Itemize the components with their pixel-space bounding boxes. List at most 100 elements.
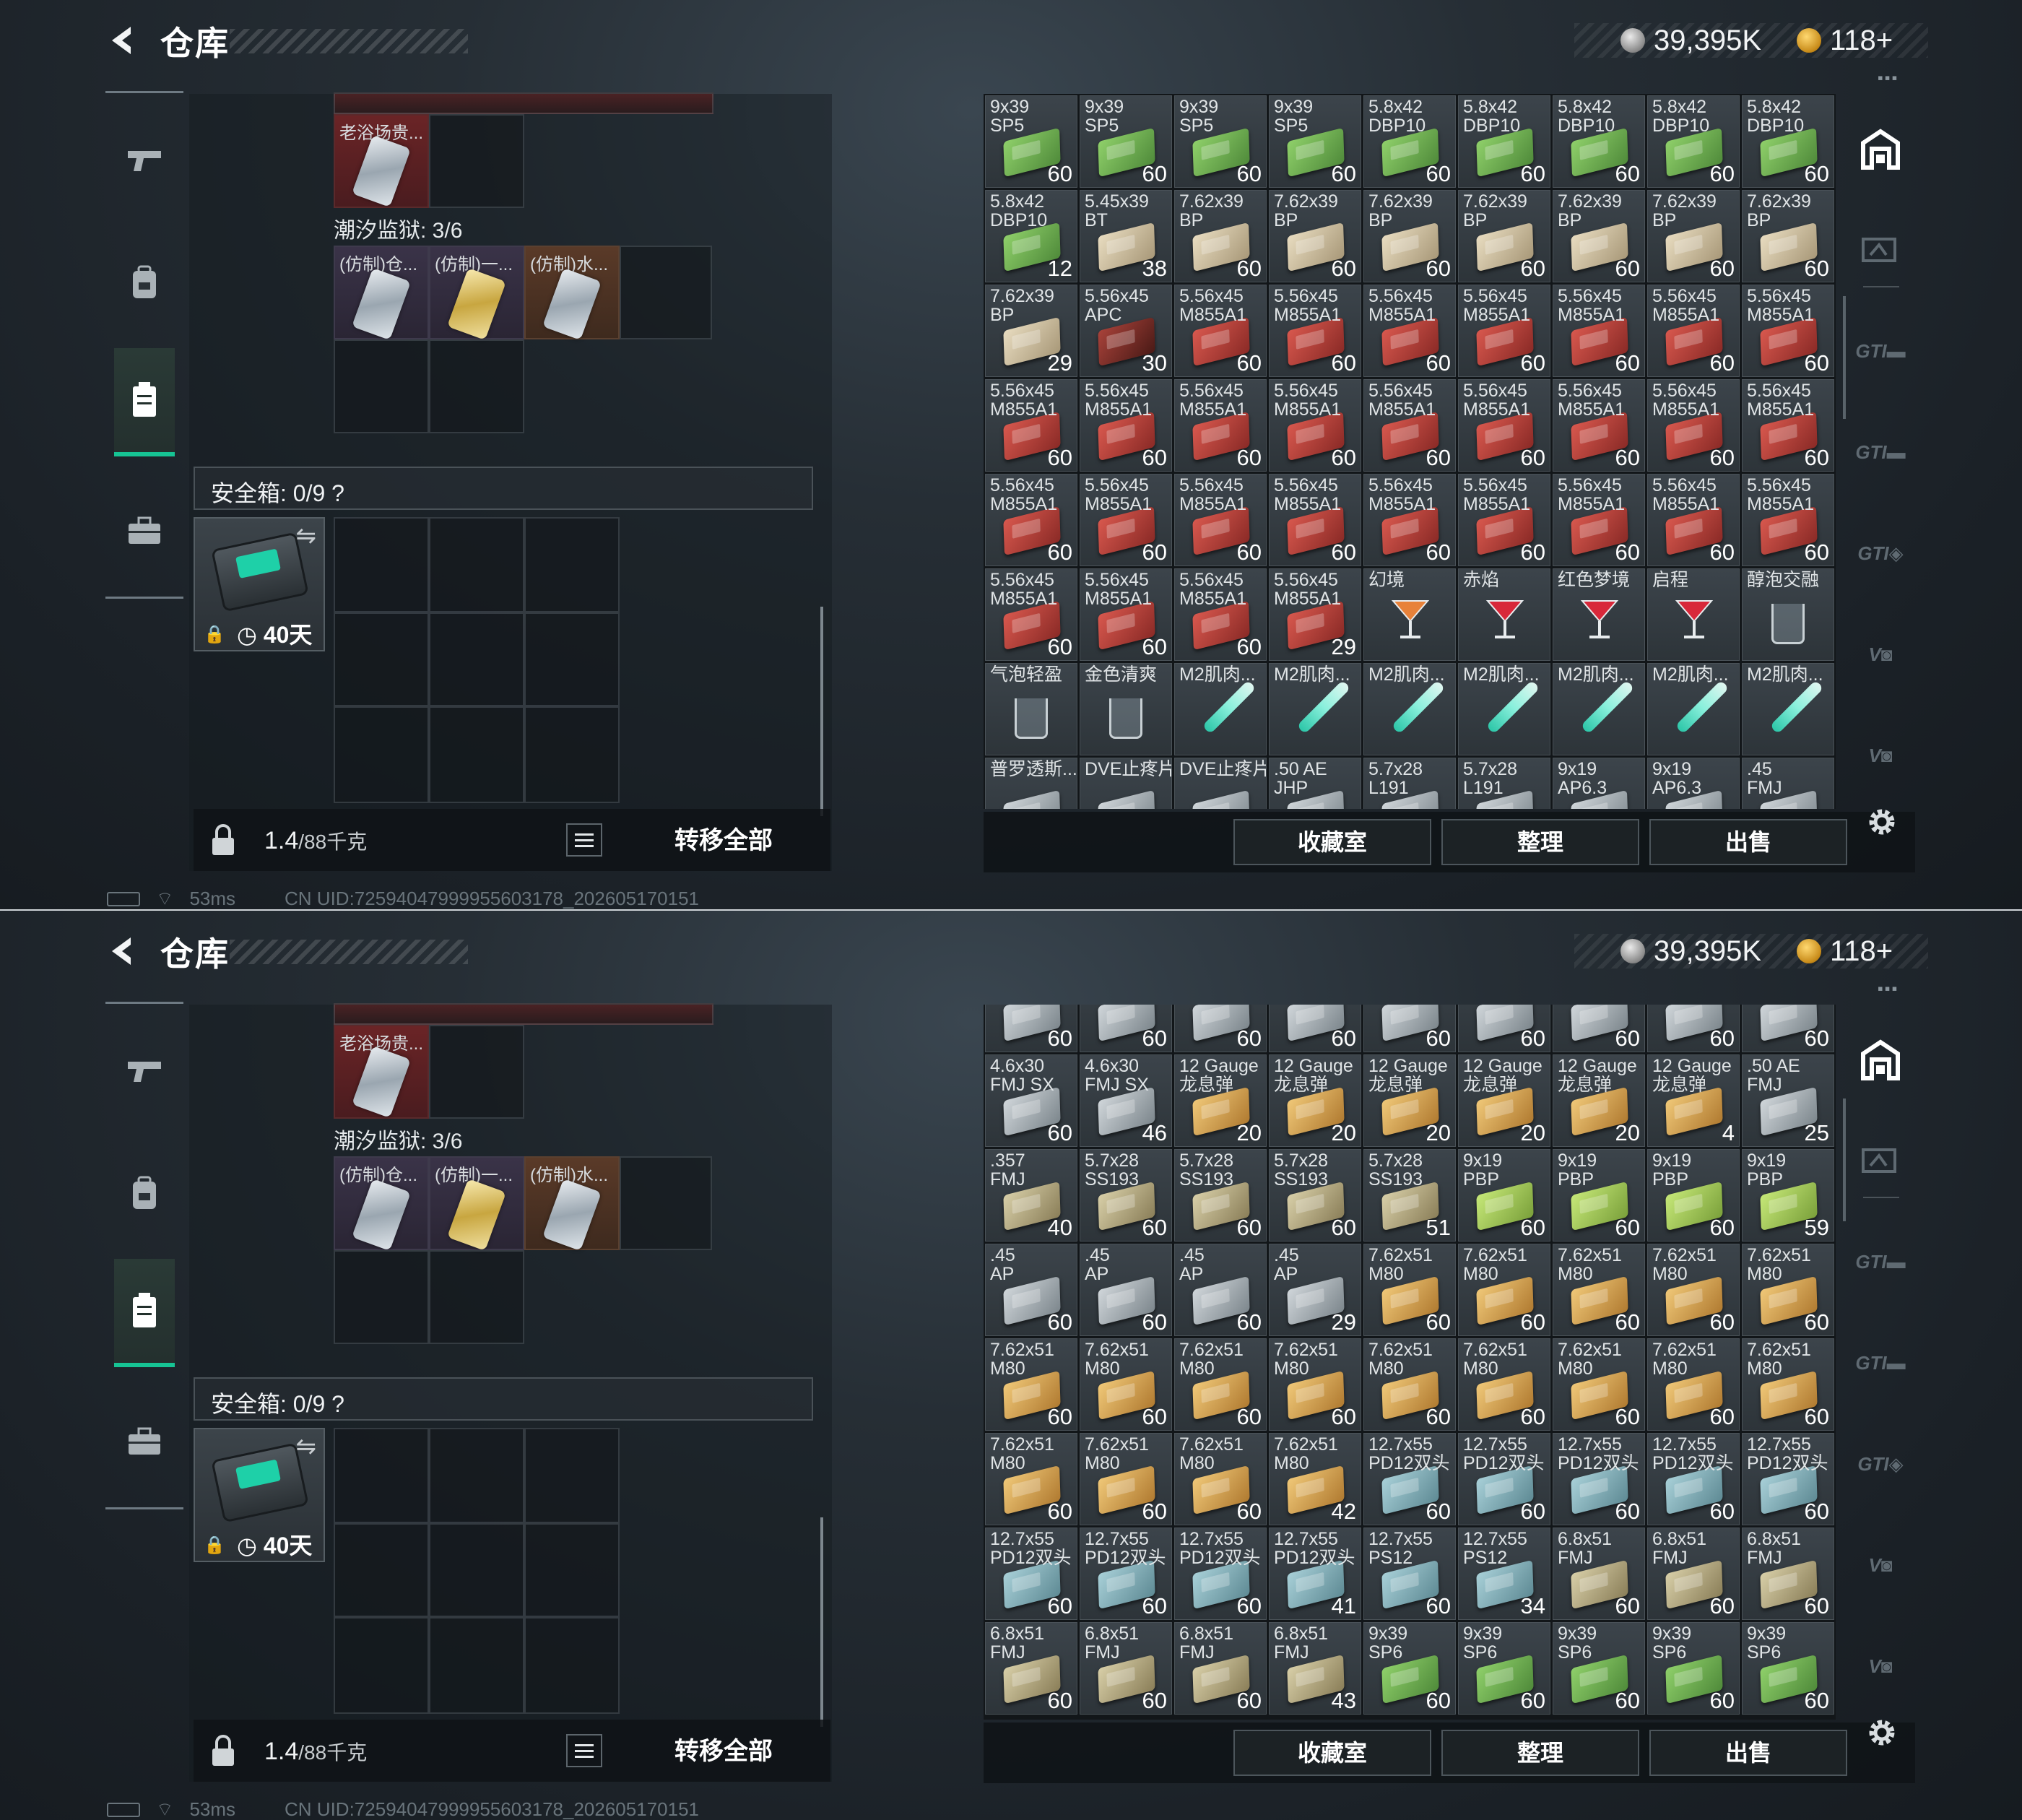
inventory-item[interactable]: 7.62x51 M80 60: [1174, 1338, 1267, 1431]
inventory-item[interactable]: 60: [1363, 1005, 1456, 1052]
inventory-item[interactable]: .50 AE JHP: [1269, 758, 1361, 809]
storage-slot[interactable]: [429, 1250, 524, 1344]
safe-slot[interactable]: [524, 1428, 620, 1523]
inventory-item[interactable]: 12 Gauge 龙息弹 20: [1269, 1054, 1361, 1147]
safe-box-case[interactable]: ⇋ 🔒 ◷ 40天: [194, 1428, 325, 1562]
inventory-item[interactable]: 5.56x45 M855A1 60: [1080, 379, 1172, 472]
inventory-item[interactable]: .45 FMJ: [1742, 758, 1834, 809]
inventory-item[interactable]: .45 AP 60: [1174, 1244, 1267, 1336]
inventory-item[interactable]: 5.7x28 L191: [1458, 758, 1550, 809]
inventory-item[interactable]: 9x19 PBP 60: [1458, 1149, 1550, 1242]
side-tab-filter-2[interactable]: GTI▬: [1852, 322, 1909, 380]
side-tab-filter-3[interactable]: GTI▬: [1852, 1334, 1909, 1392]
storage-item[interactable]: (仿制)一...: [429, 246, 524, 340]
storage-slot[interactable]: [620, 246, 712, 339]
inventory-item[interactable]: 7.62x51 M80 60: [1363, 1338, 1456, 1431]
inventory-item[interactable]: 4.6x30 FMJ SX 46: [1080, 1054, 1172, 1147]
inventory-item[interactable]: M2肌肉...: [1269, 663, 1361, 755]
inventory-item[interactable]: 7.62x51 M80 60: [1363, 1244, 1456, 1336]
inventory-item[interactable]: 5.56x45 M855A1 60: [1174, 568, 1267, 661]
inventory-item[interactable]: 12.7x55 PD12双头 60: [1647, 1433, 1740, 1525]
inventory-item[interactable]: 60: [1742, 1005, 1834, 1052]
inventory-item[interactable]: 6.8x51 FMJ 60: [1553, 1528, 1645, 1620]
inventory-item[interactable]: 5.56x45 M855A1 60: [1647, 285, 1740, 377]
inventory-item[interactable]: 5.56x45 M855A1 60: [1363, 379, 1456, 472]
inventory-item[interactable]: .45 AP 60: [985, 1244, 1077, 1336]
inventory-item[interactable]: 5.56x45 APC 30: [1080, 285, 1172, 377]
inventory-item[interactable]: 12.7x55 PD12双头 41: [1269, 1528, 1361, 1620]
side-tab-filter-1[interactable]: [1852, 221, 1909, 279]
inventory-item[interactable]: 12.7x55 PS12 34: [1458, 1528, 1550, 1620]
safe-slot[interactable]: [524, 706, 620, 803]
inventory-item[interactable]: 60: [1553, 1005, 1645, 1052]
inventory-item[interactable]: 金色清爽: [1080, 663, 1172, 755]
inventory-item[interactable]: 12.7x55 PD12双头 60: [985, 1528, 1077, 1620]
storage-slot[interactable]: [429, 1025, 524, 1119]
inventory-item[interactable]: 7.62x51 M80 60: [1647, 1338, 1740, 1431]
inventory-item[interactable]: 5.8x42 DBP10 60: [1458, 95, 1550, 188]
inventory-item[interactable]: 7.62x39 BP 60: [1647, 190, 1740, 282]
inventory-item[interactable]: 9x39 SP5 60: [985, 95, 1077, 188]
inventory-item[interactable]: 5.56x45 M855A1 60: [1553, 379, 1645, 472]
inventory-item[interactable]: M2肌肉...: [1553, 663, 1645, 755]
inventory-item[interactable]: 12.7x55 PD12双头 60: [1553, 1433, 1645, 1525]
safe-slot[interactable]: [334, 1428, 429, 1523]
inventory-item[interactable]: 5.7x28 SS193 60: [1269, 1149, 1361, 1242]
inventory-item[interactable]: 7.62x51 M80 60: [1742, 1338, 1834, 1431]
swap-icon[interactable]: ⇋: [296, 521, 317, 550]
inventory-item[interactable]: 6.8x51 FMJ 60: [1742, 1528, 1834, 1620]
inventory-item[interactable]: 5.8x42 DBP10 60: [1742, 95, 1834, 188]
sell-button[interactable]: 出售: [1649, 1730, 1847, 1776]
inventory-item[interactable]: 9x19 AP6.3: [1553, 758, 1645, 809]
inventory-item[interactable]: 12 Gauge 龙息弹 20: [1363, 1054, 1456, 1147]
inventory-item[interactable]: 5.56x45 M855A1 60: [1174, 379, 1267, 472]
inventory-item[interactable]: 5.56x45 M855A1 60: [1174, 285, 1267, 377]
inventory-item[interactable]: 12.7x55 PD12双头 60: [1363, 1433, 1456, 1525]
inventory-item[interactable]: 5.56x45 M855A1 60: [985, 474, 1077, 566]
side-tab-filter-4[interactable]: GTI◈: [1852, 1435, 1909, 1493]
inventory-item[interactable]: M2肌肉...: [1458, 663, 1550, 755]
inventory-item[interactable]: 9x39 SP6 60: [1553, 1622, 1645, 1715]
inventory-item[interactable]: 5.56x45 M855A1 60: [1742, 474, 1834, 566]
nav-weapons[interactable]: [114, 105, 175, 214]
inventory-item[interactable]: 5.45x39 BT 38: [1080, 190, 1172, 282]
inventory-item[interactable]: M2肌肉...: [1742, 663, 1834, 755]
inventory-item[interactable]: 5.56x45 M855A1 60: [1458, 285, 1550, 377]
inventory-item[interactable]: 5.56x45 M855A1 60: [1742, 285, 1834, 377]
inventory-item[interactable]: M2肌肉...: [1363, 663, 1456, 755]
side-tab-home[interactable]: [1852, 120, 1909, 178]
inventory-item[interactable]: 12.7x55 PD12双头 60: [1458, 1433, 1550, 1525]
nav-backpack[interactable]: [114, 228, 175, 337]
inventory-item[interactable]: 12 Gauge 龙息弹 20: [1174, 1054, 1267, 1147]
help-icon[interactable]: ?: [331, 1391, 344, 1417]
inventory-item[interactable]: .45 AP 29: [1269, 1244, 1361, 1336]
inventory-item[interactable]: 5.7x28 L191: [1363, 758, 1456, 809]
inventory-item[interactable]: 9x39 SP6 60: [1647, 1622, 1740, 1715]
side-tab-filter-2[interactable]: GTI▬: [1852, 1233, 1909, 1291]
inventory-item[interactable]: DVE止疼片: [1174, 758, 1267, 809]
side-tab-home[interactable]: [1852, 1031, 1909, 1088]
inventory-item[interactable]: 60: [1174, 1005, 1267, 1052]
inventory-item[interactable]: 9x39 SP5 60: [1269, 95, 1361, 188]
inventory-item[interactable]: 9x19 AP6.3: [1647, 758, 1740, 809]
inventory-item[interactable]: 5.56x45 M855A1 60: [1269, 474, 1361, 566]
lock-icon[interactable]: [205, 822, 241, 858]
inventory-item[interactable]: 5.56x45 M855A1 60: [1553, 285, 1645, 377]
inventory-item[interactable]: 赤焰: [1458, 568, 1550, 661]
storage-slot[interactable]: [620, 1156, 712, 1250]
storage-item[interactable]: (仿制)水...: [524, 1156, 620, 1251]
inventory-item[interactable]: 7.62x51 M80 60: [985, 1338, 1077, 1431]
inventory-item[interactable]: 红色梦境: [1553, 568, 1645, 661]
nav-backpack[interactable]: [114, 1139, 175, 1247]
inventory-item[interactable]: 7.62x51 M80 60: [1647, 1244, 1740, 1336]
inventory-item[interactable]: 5.56x45 M855A1 60: [1742, 379, 1834, 472]
inventory-item[interactable]: 5.8x42 DBP10 12: [985, 190, 1077, 282]
swap-icon[interactable]: ⇋: [296, 1432, 317, 1461]
inventory-item[interactable]: .45 AP 60: [1080, 1244, 1172, 1336]
inventory-item[interactable]: 5.56x45 M855A1 60: [1458, 474, 1550, 566]
inventory-item[interactable]: 5.56x45 M855A1 60: [985, 568, 1077, 661]
inventory-item[interactable]: 5.56x45 M855A1 60: [1080, 474, 1172, 566]
inventory-item[interactable]: 7.62x51 M80 60: [1553, 1338, 1645, 1431]
inventory-item[interactable]: 9x39 SP6 60: [1458, 1622, 1550, 1715]
inventory-item[interactable]: 7.62x51 M80 60: [1742, 1244, 1834, 1336]
